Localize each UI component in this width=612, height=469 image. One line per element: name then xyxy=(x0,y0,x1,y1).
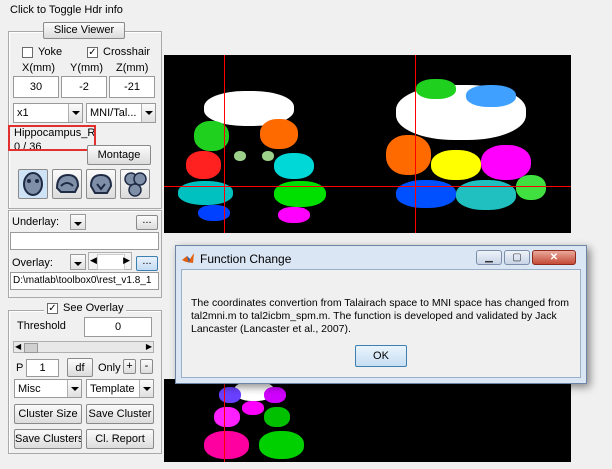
overlay-label: Overlay: xyxy=(12,257,53,269)
df-button[interactable]: df xyxy=(67,358,93,377)
save-clusters-button[interactable]: Save Clusters xyxy=(14,429,82,449)
matlab-logo-icon xyxy=(182,253,194,263)
crosshair-vertical xyxy=(415,55,416,233)
only-label: Only xyxy=(98,362,121,374)
chevron-down-icon xyxy=(141,104,155,122)
function-change-dialog: Function Change ▁ ▢ ✕ The coordinates co… xyxy=(175,245,587,384)
x-coord-label: X(mm) xyxy=(22,62,55,74)
chevron-down-icon xyxy=(71,215,85,229)
minimize-icon: ▁ xyxy=(485,252,493,263)
overlay-index xyxy=(97,254,125,270)
coronal-view-button[interactable] xyxy=(86,169,116,199)
dialog-message: The coordinates convertion from Talairac… xyxy=(191,297,569,335)
sagittal-view-button[interactable] xyxy=(52,169,82,199)
see-overlay-checkbox[interactable]: ✓ xyxy=(47,303,58,314)
threshold-input[interactable]: 0 xyxy=(84,317,152,337)
axial-slice-view[interactable] xyxy=(164,379,346,462)
crosshair-label: Crosshair xyxy=(103,46,151,58)
brain-multi-icon xyxy=(124,172,147,197)
dialog-title: Function Change xyxy=(200,252,292,266)
z-coord-input[interactable]: -21 xyxy=(109,76,155,98)
sagittal-slice-view[interactable] xyxy=(346,55,571,233)
y-coord-input[interactable]: -2 xyxy=(61,76,107,98)
yoke-label: Yoke xyxy=(38,46,63,58)
crosshair-horizontal xyxy=(346,186,571,187)
template-value: Template xyxy=(90,383,135,395)
toggle-hdr-info[interactable]: Click to Toggle Hdr info xyxy=(10,4,123,16)
underlay-select[interactable] xyxy=(70,214,86,230)
crosshair-horizontal xyxy=(164,186,346,187)
overlay-select[interactable] xyxy=(70,254,86,270)
x-coord-input[interactable]: 30 xyxy=(13,76,59,98)
zoom-select[interactable]: x1 xyxy=(13,103,83,123)
right-arrow-icon: ▶ xyxy=(145,342,152,351)
crosshair-vertical xyxy=(224,379,225,462)
slider-thumb[interactable] xyxy=(24,343,38,353)
only-plus-button[interactable]: + xyxy=(123,359,136,374)
empty-slice-view xyxy=(346,379,571,462)
only-minus-button[interactable]: - xyxy=(140,359,153,374)
close-button[interactable]: ✕ xyxy=(532,250,576,265)
axial-view-button[interactable] xyxy=(18,169,48,199)
brain-axial-icon xyxy=(23,172,43,196)
left-arrow-icon: ◀ xyxy=(15,342,22,351)
chevron-down-icon xyxy=(139,380,153,397)
left-arrow-icon: ◀ xyxy=(90,255,97,265)
maximize-button[interactable]: ▢ xyxy=(504,250,530,265)
chevron-down-icon xyxy=(68,104,82,122)
misc-value: Misc xyxy=(18,383,41,395)
space-select[interactable]: MNI/Tal... xyxy=(86,103,156,123)
zoom-value: x1 xyxy=(17,107,29,119)
chevron-down-icon xyxy=(67,380,81,397)
maximize-icon: ▢ xyxy=(512,252,522,263)
see-overlay-label: See Overlay xyxy=(63,302,124,314)
cl-report-button[interactable]: Cl. Report xyxy=(86,429,154,449)
underlay-label: Underlay: xyxy=(12,216,60,228)
cluster-size-button[interactable]: Cluster Size xyxy=(14,404,82,424)
underlay-path[interactable] xyxy=(10,232,159,250)
chevron-down-icon xyxy=(71,255,85,269)
threshold-label: Threshold xyxy=(17,320,66,332)
template-select[interactable]: Template xyxy=(86,379,154,398)
crosshair-vertical xyxy=(224,55,225,233)
close-icon: ✕ xyxy=(549,252,559,263)
brain-coronal-icon xyxy=(89,173,113,194)
p-input[interactable]: 1 xyxy=(26,359,59,377)
save-cluster-button[interactable]: Save Cluster xyxy=(86,404,154,424)
underlay-browse-button[interactable]: ... xyxy=(136,215,158,230)
yoke-checkbox[interactable] xyxy=(22,47,33,58)
right-arrow-icon: ▶ xyxy=(123,255,130,265)
minimize-button[interactable]: ▁ xyxy=(476,250,502,265)
misc-select[interactable]: Misc xyxy=(14,379,82,398)
montage-button[interactable]: Montage xyxy=(87,145,151,165)
p-label: P xyxy=(16,362,24,374)
brain-sagittal-icon xyxy=(55,173,80,193)
crosshair-checkbox[interactable]: ✓ xyxy=(87,47,98,58)
z-coord-label: Z(mm) xyxy=(116,62,149,74)
threshold-slider[interactable]: ◀ ▶ xyxy=(13,341,154,353)
y-coord-label: Y(mm) xyxy=(70,62,103,74)
overlay-spinner[interactable]: ◀ ▶ xyxy=(88,252,132,270)
highlight-box xyxy=(8,125,96,151)
dialog-body: The coordinates convertion from Talairac… xyxy=(181,269,581,378)
ok-button[interactable]: OK xyxy=(355,345,407,367)
slice-viewer-button[interactable]: Slice Viewer xyxy=(43,22,125,39)
coronal-slice-view[interactable] xyxy=(164,55,346,233)
space-value: MNI/Tal... xyxy=(90,107,137,119)
all-views-button[interactable] xyxy=(120,169,150,199)
overlay-browse-button[interactable]: ... xyxy=(136,256,158,271)
overlay-path[interactable]: D:\matlab\toolbox0\rest_v1.8_1 xyxy=(10,272,159,290)
